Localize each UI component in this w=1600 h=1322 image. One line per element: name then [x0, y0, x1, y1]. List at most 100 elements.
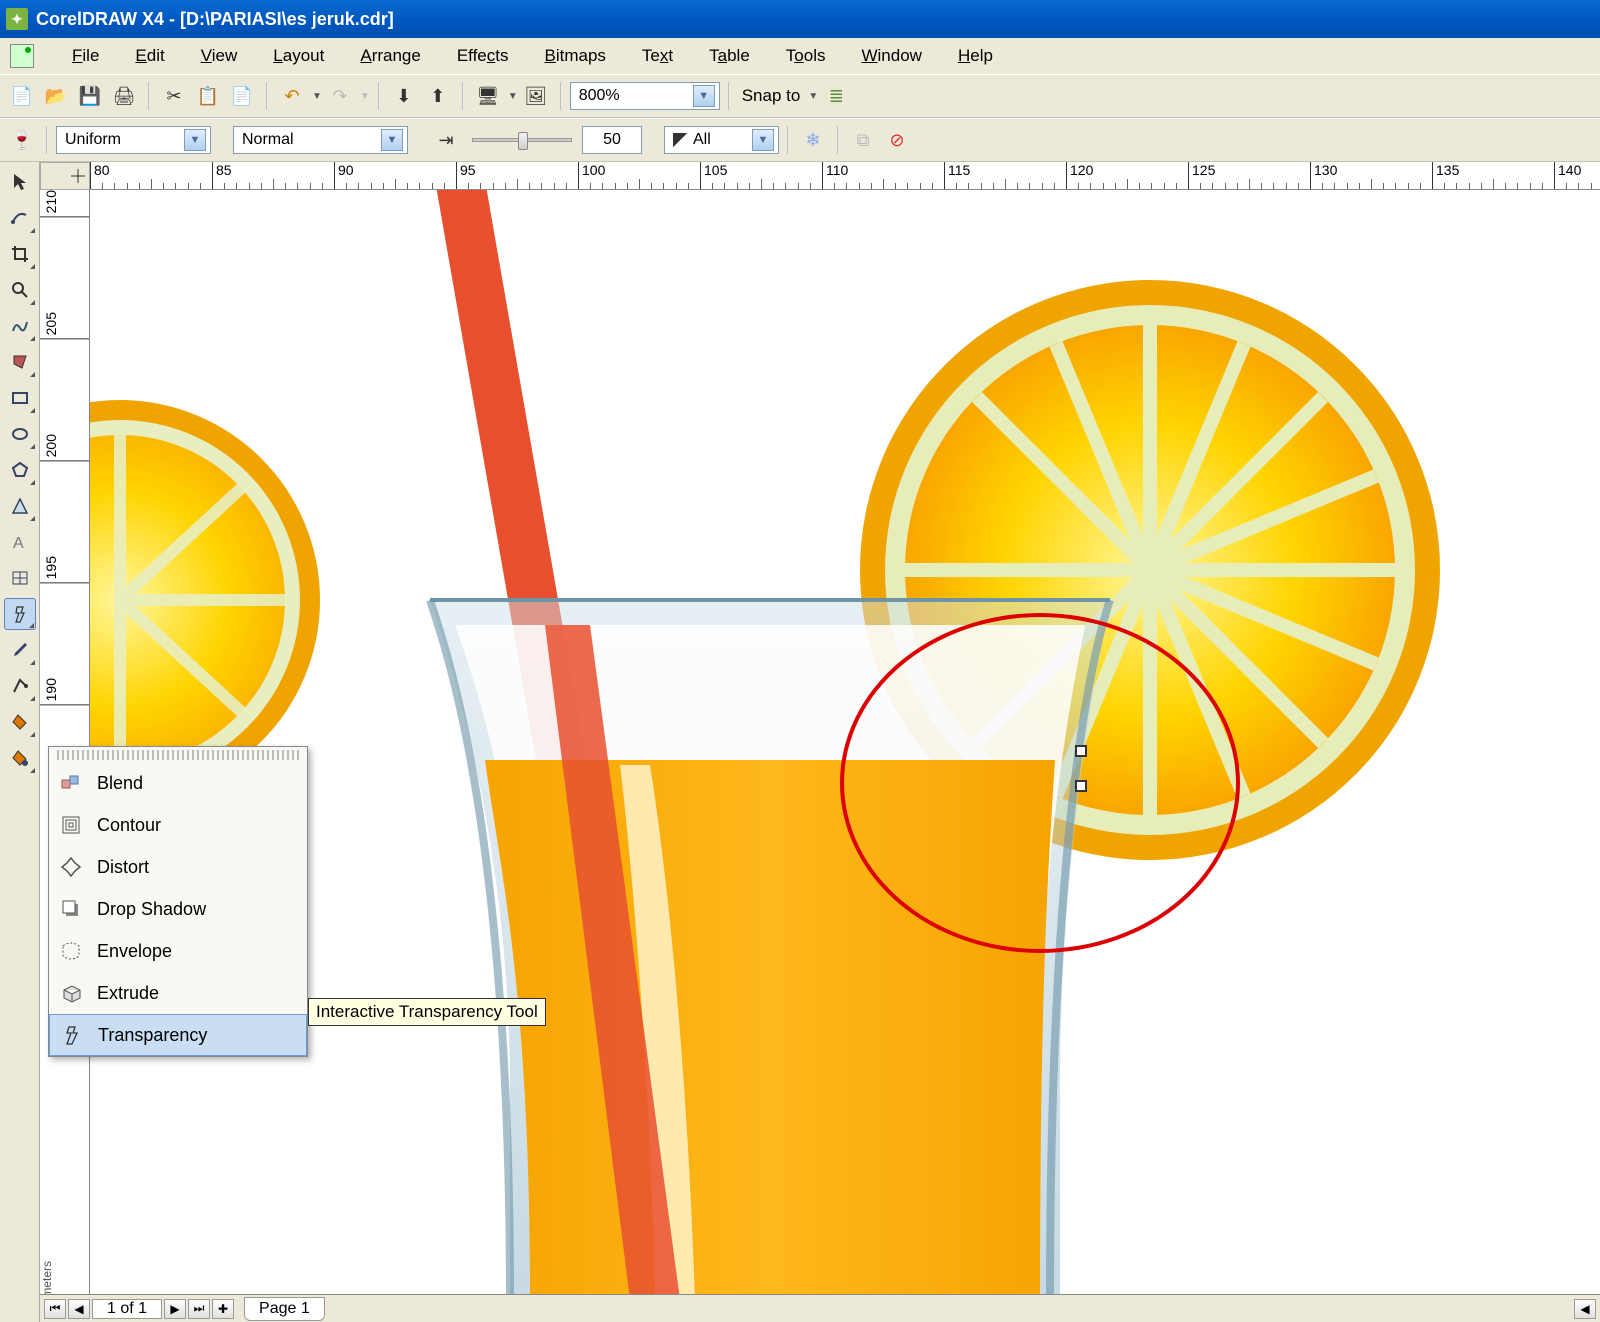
menu-tools[interactable]: Tools	[768, 42, 844, 70]
dropdown-arrow-icon[interactable]: ▼	[693, 85, 715, 107]
eyedropper-tool[interactable]	[4, 634, 36, 666]
dropdown-arrow-icon[interactable]: ▼	[381, 129, 403, 151]
prev-page-button[interactable]: ◀	[68, 1299, 90, 1319]
add-page-button[interactable]: ✚	[212, 1299, 234, 1319]
redo-dropdown[interactable]: ▼	[360, 91, 370, 102]
open-button[interactable]: 📂	[40, 80, 72, 112]
transparency-value-field[interactable]: 50	[582, 126, 642, 154]
horizontal-ruler[interactable]: 80859095100105110115120125130135140	[90, 162, 1600, 190]
menu-edit[interactable]: Edit	[117, 42, 182, 70]
copy-button[interactable]: 📋	[192, 80, 224, 112]
ruler-tick: 120	[1066, 162, 1093, 189]
transparency-mode-combo[interactable]: Normal ▼	[233, 126, 408, 154]
menu-layout[interactable]: Layout	[255, 42, 342, 70]
flyout-item-envelope[interactable]: Envelope	[49, 930, 307, 972]
launcher-dropdown[interactable]: ▼	[508, 91, 518, 102]
menu-effects[interactable]: Effects	[439, 42, 527, 70]
interactive-tools-flyout: BlendContourDistortDrop ShadowEnvelopeEx…	[48, 746, 308, 1057]
scroll-left-button[interactable]: ◀	[1574, 1299, 1596, 1319]
transparency-type-combo[interactable]: Uniform ▼	[56, 126, 211, 154]
app-launcher-button[interactable]: 🖥	[472, 80, 504, 112]
text-tool[interactable]: A	[4, 526, 36, 558]
interactive-fill-tool[interactable]	[4, 742, 36, 774]
crop-tool[interactable]	[4, 238, 36, 270]
interactive-tool[interactable]	[4, 598, 36, 630]
menu-arrange[interactable]: Arrange	[342, 42, 438, 70]
menu-table[interactable]: Table	[691, 42, 768, 70]
paste-button[interactable]: 📄	[226, 80, 258, 112]
first-page-button[interactable]: ⏮	[44, 1299, 66, 1319]
slider-thumb[interactable]	[518, 132, 528, 150]
flyout-item-distort[interactable]: Distort	[49, 846, 307, 888]
window-title: CorelDRAW X4 - [D:\PARIASI\es jeruk.cdr]	[36, 9, 394, 30]
import-button[interactable]: ⬇	[388, 80, 420, 112]
page-navigator: ⏮ ◀ 1 of 1 ▶ ⏭ ✚ Page 1 ◀	[40, 1294, 1600, 1322]
flyout-item-dropshadow[interactable]: Drop Shadow	[49, 888, 307, 930]
last-page-button[interactable]: ⏭	[188, 1299, 210, 1319]
undo-button[interactable]: ↶	[276, 80, 308, 112]
flyout-item-blend[interactable]: Blend	[49, 762, 307, 804]
ruler-tick: 135	[1432, 162, 1459, 189]
flyout-item-extrude[interactable]: Extrude	[49, 972, 307, 1014]
flyout-item-transparency[interactable]: Transparency	[49, 1014, 307, 1056]
flyout-grip[interactable]	[57, 750, 299, 760]
outline-tool[interactable]	[4, 670, 36, 702]
page-tab[interactable]: Page 1	[244, 1297, 325, 1321]
zoom-combo[interactable]: 800% ▼	[570, 82, 720, 110]
welcome-button[interactable]: 🖼	[520, 80, 552, 112]
dropdown-arrow-icon[interactable]: ▼	[184, 129, 206, 151]
separator	[787, 126, 789, 154]
transparency-target-combo[interactable]: All ▼	[664, 126, 779, 154]
dropshadow-icon	[59, 897, 83, 921]
freehand-tool[interactable]	[4, 310, 36, 342]
menu-help[interactable]: Help	[940, 42, 1011, 70]
menu-file[interactable]: File	[54, 42, 117, 70]
transparency-slider[interactable]	[472, 138, 572, 142]
next-page-button[interactable]: ▶	[164, 1299, 186, 1319]
new-button[interactable]: 📄	[6, 80, 38, 112]
target-swatch-icon	[673, 133, 687, 147]
rectangle-tool[interactable]	[4, 382, 36, 414]
ruler-tick: 95	[456, 162, 476, 189]
ruler-origin[interactable]	[40, 162, 90, 190]
pick-tool[interactable]	[4, 166, 36, 198]
selection-handle[interactable]	[1075, 780, 1087, 792]
canvas[interactable]	[90, 190, 1600, 1294]
separator	[462, 82, 464, 110]
export-button[interactable]: ⬆	[422, 80, 454, 112]
options-button[interactable]: ≣	[820, 80, 852, 112]
ruler-tick: 210	[40, 190, 89, 217]
selection-handle[interactable]	[1075, 745, 1087, 757]
menu-view[interactable]: View	[183, 42, 256, 70]
fill-tool[interactable]	[4, 706, 36, 738]
copy-transparency-button[interactable]: ⧉	[847, 124, 879, 156]
redo-button[interactable]: ↷	[324, 80, 356, 112]
zoom-tool[interactable]	[4, 274, 36, 306]
basic-shapes-tool[interactable]	[4, 490, 36, 522]
save-button[interactable]: 💾	[74, 80, 106, 112]
ruler-tick: 80	[90, 162, 110, 189]
smart-fill-tool[interactable]	[4, 346, 36, 378]
undo-dropdown[interactable]: ▼	[312, 91, 322, 102]
shape-tool[interactable]	[4, 202, 36, 234]
flyout-item-contour[interactable]: Contour	[49, 804, 307, 846]
print-button[interactable]: 🖨	[108, 80, 140, 112]
dropdown-arrow-icon[interactable]: ▼	[752, 129, 774, 151]
vertical-ruler[interactable]: 210205200195190	[40, 190, 90, 1294]
edit-transparency-button[interactable]: 🍷	[6, 124, 38, 156]
menu-window[interactable]: Window	[843, 42, 939, 70]
property-bar: 🍷 Uniform ▼ Normal ▼ ⇥ 50 All ▼ ❄ ⧉ ⊘	[0, 118, 1600, 162]
snap-label[interactable]: Snap to	[738, 86, 805, 106]
menu-text[interactable]: Text	[624, 42, 691, 70]
snap-dropdown[interactable]: ▼	[808, 91, 818, 102]
ellipse-tool[interactable]	[4, 418, 36, 450]
separator	[148, 82, 150, 110]
polygon-tool[interactable]	[4, 454, 36, 486]
blend-icon	[59, 771, 83, 795]
cut-button[interactable]: ✂	[158, 80, 190, 112]
document-icon[interactable]	[10, 44, 34, 68]
freeze-button[interactable]: ❄	[797, 124, 829, 156]
menu-bitmaps[interactable]: Bitmaps	[527, 42, 624, 70]
table-tool[interactable]	[4, 562, 36, 594]
clear-transparency-button[interactable]: ⊘	[881, 124, 913, 156]
